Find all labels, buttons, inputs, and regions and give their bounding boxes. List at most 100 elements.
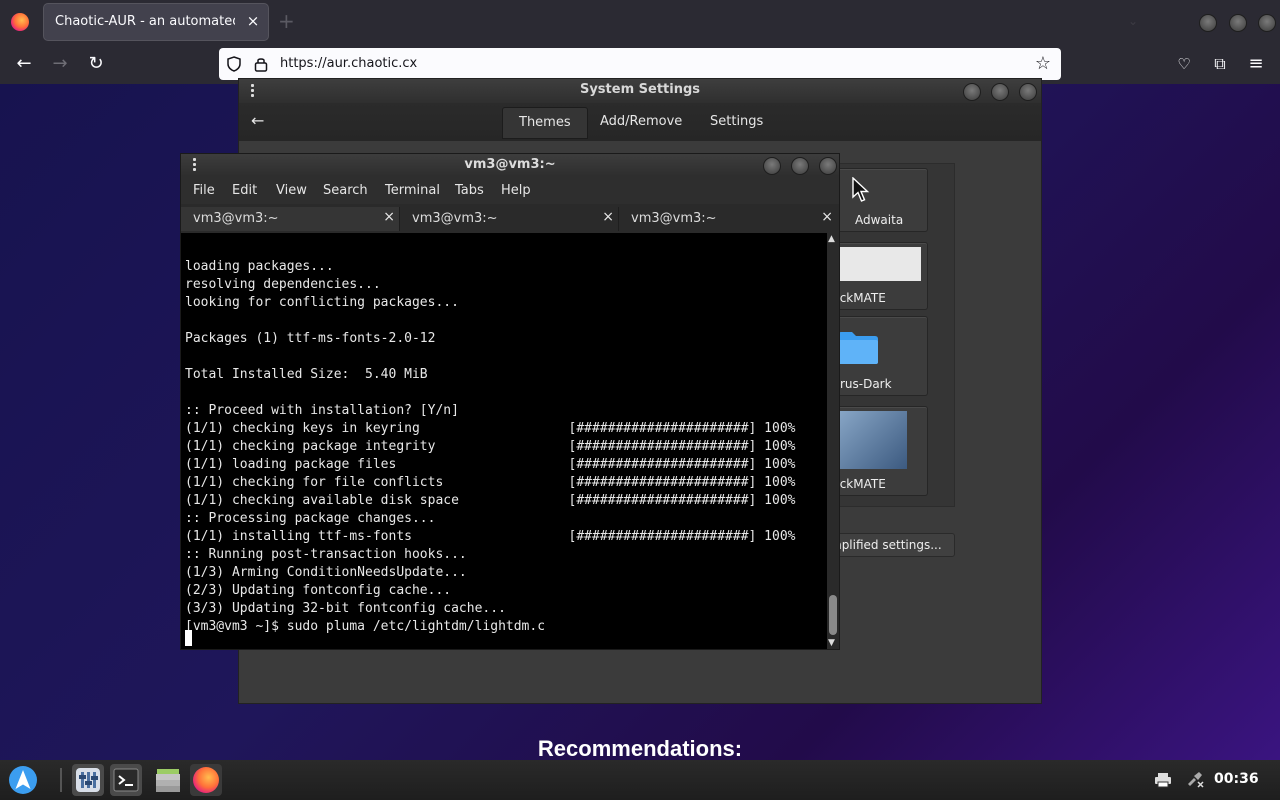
close-window-icon[interactable] bbox=[1258, 14, 1276, 32]
terminal-line: (3/3) Updating 32-bit fontconfig cache..… bbox=[185, 601, 506, 616]
system-settings-toolbar: ← Themes Add/Remove Settings bbox=[239, 103, 1041, 141]
terminal-tab[interactable]: vm3@vm3:~ × bbox=[181, 207, 400, 231]
network-disconnected-icon[interactable] bbox=[1185, 771, 1205, 789]
terminal-scrollbar[interactable]: ▲ ▼ bbox=[827, 233, 839, 649]
maximize-window-icon[interactable] bbox=[1229, 14, 1247, 32]
system-settings-titlebar[interactable]: System Settings bbox=[239, 79, 1041, 103]
terminal-tab[interactable]: vm3@vm3:~ × bbox=[619, 207, 837, 231]
menu-view[interactable]: View bbox=[276, 183, 307, 198]
theme-preview bbox=[835, 411, 907, 469]
url-bar[interactable]: https://aur.chaotic.cx ☆ bbox=[219, 48, 1061, 80]
terminal-line: :: Proceed with installation? [Y/n] bbox=[185, 403, 459, 418]
scroll-down-icon[interactable]: ▼ bbox=[828, 638, 835, 648]
terminal-text: loading packages... resolving dependencie… bbox=[185, 258, 795, 636]
theme-item[interactable]: Adwaita bbox=[830, 168, 928, 232]
forward-arrow-icon[interactable]: → bbox=[48, 52, 72, 76]
menu-hamburger-icon[interactable]: ≡ bbox=[1244, 52, 1268, 76]
folder-icon bbox=[838, 332, 878, 364]
terminal-line: Total Installed Size: 5.40 MiB bbox=[185, 367, 428, 382]
scroll-up-icon[interactable]: ▲ bbox=[828, 234, 835, 244]
terminal-line: (1/1) checking package integrity [######… bbox=[185, 439, 796, 454]
maximize-window-icon[interactable] bbox=[791, 157, 809, 175]
theme-preview bbox=[835, 247, 921, 281]
minimize-window-icon[interactable] bbox=[763, 157, 781, 175]
terminal-tab-label: vm3@vm3:~ bbox=[193, 211, 279, 226]
tab-close-icon[interactable]: × bbox=[602, 209, 614, 225]
tab-settings[interactable]: Settings bbox=[694, 107, 779, 137]
taskbar-firefox-app[interactable] bbox=[190, 764, 222, 796]
new-tab-icon[interactable]: + bbox=[278, 10, 295, 32]
theme-list: Adwaita lackMATE pirus-Dark lackMATE bbox=[829, 163, 955, 507]
theme-label: lackMATE bbox=[829, 291, 886, 305]
clock: 00:36 bbox=[1214, 771, 1259, 787]
terminal-window: vm3@vm3:~ File Edit View Search Terminal… bbox=[180, 153, 840, 650]
reload-icon[interactable]: ↻ bbox=[84, 52, 108, 76]
terminal-titlebar[interactable]: vm3@vm3:~ bbox=[181, 154, 839, 176]
taskbar-settings-app[interactable] bbox=[72, 764, 104, 796]
taskbar: 00:36 bbox=[0, 760, 1280, 800]
scrollbar-thumb[interactable] bbox=[829, 595, 837, 635]
settings-manager-icon bbox=[76, 768, 100, 792]
bookmark-star-icon[interactable]: ☆ bbox=[1031, 52, 1055, 76]
terminal-output[interactable]: loading packages... resolving dependencie… bbox=[181, 233, 827, 649]
tab-close-icon[interactable]: × bbox=[383, 209, 395, 225]
taskbar-terminal-app[interactable] bbox=[110, 764, 142, 796]
terminal-line: (1/1) checking keys in keyring [########… bbox=[185, 421, 796, 436]
terminal-line: looking for conflicting packages... bbox=[185, 295, 459, 310]
lock-icon[interactable] bbox=[254, 56, 268, 72]
terminal-cursor bbox=[185, 630, 192, 646]
terminal-line: (2/3) Updating fontconfig cache... bbox=[185, 583, 452, 598]
taskbar-files-app[interactable] bbox=[152, 764, 184, 796]
system-settings-title: System Settings bbox=[579, 82, 701, 97]
theme-item[interactable]: lackMATE bbox=[829, 406, 928, 496]
terminal-line: (1/1) installing ttf-ms-fonts [#########… bbox=[185, 529, 796, 544]
browser-tab[interactable]: Chaotic-AUR - an automated building repo… bbox=[44, 4, 268, 40]
theme-label: lackMATE bbox=[829, 477, 886, 491]
tab-close-icon[interactable]: × bbox=[244, 12, 262, 30]
terminal-line: :: Running post-transaction hooks... bbox=[185, 547, 467, 562]
terminal-line: :: Processing package changes... bbox=[185, 511, 436, 526]
terminal-line: resolving dependencies... bbox=[185, 277, 381, 292]
maximize-window-icon[interactable] bbox=[991, 83, 1009, 101]
menu-file[interactable]: File bbox=[193, 183, 215, 198]
terminal-title: vm3@vm3:~ bbox=[464, 157, 556, 172]
terminal-line: (1/1) loading package files [###########… bbox=[185, 457, 796, 472]
theme-item[interactable]: lackMATE bbox=[829, 242, 928, 310]
tab-themes[interactable]: Themes bbox=[502, 107, 588, 139]
tab-list-chevron-icon[interactable]: ⌄ bbox=[1128, 14, 1138, 28]
terminal-line: Packages (1) ttf-ms-fonts-2.0-12 bbox=[185, 331, 436, 346]
menu-tabs[interactable]: Tabs bbox=[455, 183, 484, 198]
menu-help[interactable]: Help bbox=[501, 183, 531, 198]
menu-terminal[interactable]: Terminal bbox=[385, 183, 440, 198]
minimize-window-icon[interactable] bbox=[1199, 14, 1217, 32]
terminal-tab[interactable]: vm3@vm3:~ × bbox=[400, 207, 619, 231]
firefox-icon bbox=[193, 767, 219, 793]
file-manager-icon bbox=[156, 769, 180, 792]
minimize-window-icon[interactable] bbox=[963, 83, 981, 101]
url-text: https://aur.chaotic.cx bbox=[280, 56, 418, 71]
tab-close-icon[interactable]: × bbox=[821, 209, 833, 225]
extensions-icon[interactable]: ⧉ bbox=[1208, 52, 1232, 76]
menu-edit[interactable]: Edit bbox=[232, 183, 257, 198]
close-window-icon[interactable] bbox=[1019, 83, 1037, 101]
pocket-icon[interactable]: ♡ bbox=[1172, 52, 1196, 76]
back-arrow-icon[interactable]: ← bbox=[251, 111, 264, 130]
page-heading: Recommendations: bbox=[537, 736, 743, 760]
theme-item[interactable]: pirus-Dark bbox=[829, 316, 928, 396]
printer-icon[interactable] bbox=[1154, 772, 1172, 788]
terminal-line: (1/1) checking for file conflicts [#####… bbox=[185, 475, 796, 490]
simplified-settings-button[interactable]: mplified settings... bbox=[829, 533, 955, 557]
terminal-tab-label: vm3@vm3:~ bbox=[412, 211, 498, 226]
app-menu-arch-icon[interactable] bbox=[8, 765, 38, 795]
mouse-pointer-icon bbox=[852, 177, 870, 202]
menu-search[interactable]: Search bbox=[323, 183, 368, 198]
terminal-tab-bar: vm3@vm3:~ × vm3@vm3:~ × vm3@vm3:~ × bbox=[181, 204, 839, 234]
theme-label: Adwaita bbox=[855, 213, 904, 227]
firefox-logo-icon bbox=[11, 13, 29, 31]
tab-add-remove[interactable]: Add/Remove bbox=[584, 107, 698, 137]
close-window-icon[interactable] bbox=[819, 157, 837, 175]
shield-icon[interactable] bbox=[226, 56, 242, 72]
back-arrow-icon[interactable]: ← bbox=[12, 52, 36, 76]
